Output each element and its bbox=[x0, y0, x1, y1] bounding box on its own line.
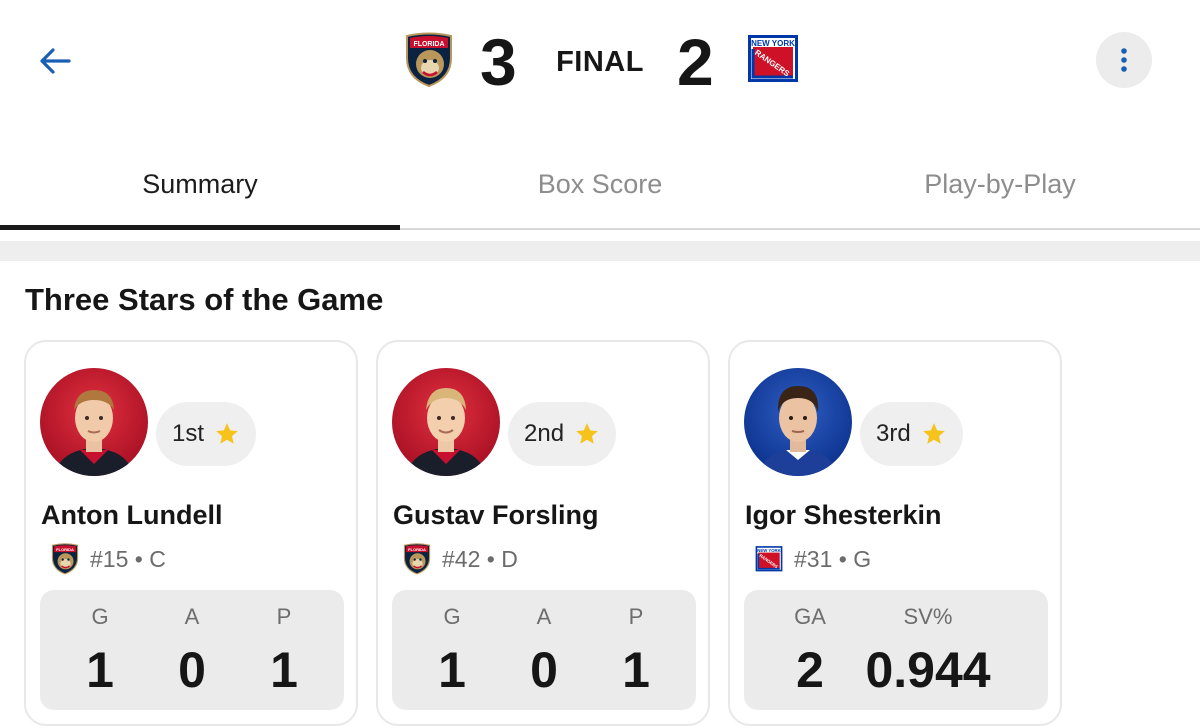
stat-label: G bbox=[443, 604, 461, 629]
stat-label: A bbox=[184, 604, 200, 629]
stat-assists: A 0 bbox=[152, 590, 232, 700]
stat-value: 1 bbox=[270, 642, 298, 698]
player-avatar bbox=[40, 368, 148, 476]
more-options-button[interactable] bbox=[1096, 32, 1152, 88]
section-title: Three Stars of the Game bbox=[25, 282, 384, 317]
star-rank-badge: 2nd bbox=[508, 402, 617, 466]
game-status: FINAL bbox=[556, 46, 644, 78]
stat-points: P 1 bbox=[596, 590, 676, 700]
rangers-logo-icon bbox=[745, 32, 801, 86]
stat-assists: A 0 bbox=[504, 590, 584, 700]
player-number-position: #15 • C bbox=[90, 545, 166, 572]
stat-value: 1 bbox=[438, 642, 466, 698]
player-number-position: #31 • G bbox=[794, 545, 872, 572]
player-meta: #15 • C bbox=[50, 542, 166, 576]
player-name: Gustav Forsling bbox=[393, 500, 599, 530]
rangers-logo-icon bbox=[754, 543, 784, 575]
player-name: Anton Lundell bbox=[41, 500, 223, 530]
stat-value: 0.944 bbox=[865, 642, 991, 698]
tab-play-by-play[interactable]: Play-by-Play bbox=[800, 142, 1200, 228]
rank-label: 2nd bbox=[524, 420, 565, 447]
player-avatar bbox=[744, 368, 852, 476]
player-number-position: #42 • D bbox=[442, 545, 518, 572]
section-divider bbox=[0, 241, 1200, 261]
star-rank-badge: 3rd bbox=[860, 402, 963, 466]
stat-save-percentage: SV% 0.944 bbox=[848, 590, 1008, 700]
panthers-logo-icon bbox=[403, 32, 455, 88]
stat-value: 1 bbox=[86, 642, 114, 698]
stat-label: P bbox=[276, 604, 292, 629]
stat-value: 0 bbox=[178, 642, 206, 698]
rank-label: 3rd bbox=[876, 420, 911, 447]
star-card-first[interactable]: 1st Anton Lundell #15 • C G 1 A 0 P 1 bbox=[24, 340, 358, 726]
tab-box-score[interactable]: Box Score bbox=[400, 142, 800, 228]
star-icon bbox=[576, 423, 598, 444]
away-score: 2 bbox=[677, 25, 714, 99]
stat-value: 1 bbox=[622, 642, 650, 698]
player-stats: GA 2 SV% 0.944 bbox=[744, 590, 1048, 710]
player-meta: #31 • G bbox=[754, 542, 871, 576]
stat-label: A bbox=[536, 604, 552, 629]
stat-goals: G 1 bbox=[412, 590, 492, 700]
scoreline: 3 FINAL 2 bbox=[0, 22, 1200, 102]
star-rank-badge: 1st bbox=[156, 402, 257, 466]
stat-label: GA bbox=[794, 604, 826, 629]
stat-points: P 1 bbox=[244, 590, 324, 700]
stat-label: G bbox=[91, 604, 109, 629]
stat-goals-against: GA 2 bbox=[770, 590, 850, 700]
rank-label: 1st bbox=[172, 420, 205, 447]
star-card-third[interactable]: 3rd Igor Shesterkin #31 • G GA 2 SV% 0.9… bbox=[728, 340, 1062, 726]
star-card-second[interactable]: 2nd Gustav Forsling #42 • D G 1 A 0 P 1 bbox=[376, 340, 710, 726]
game-header: 3 FINAL 2 bbox=[0, 0, 1200, 125]
panthers-logo-icon bbox=[402, 543, 432, 575]
player-name: Igor Shesterkin bbox=[745, 500, 942, 530]
home-score: 3 bbox=[480, 25, 517, 99]
stat-label: P bbox=[628, 604, 644, 629]
player-stats: G 1 A 0 P 1 bbox=[40, 590, 344, 710]
more-vertical-icon bbox=[1121, 48, 1127, 72]
stat-value: 2 bbox=[796, 642, 824, 698]
player-meta: #42 • D bbox=[402, 542, 518, 576]
tab-summary[interactable]: Summary bbox=[0, 142, 400, 230]
player-avatar bbox=[392, 368, 500, 476]
star-icon bbox=[922, 423, 945, 444]
player-stats: G 1 A 0 P 1 bbox=[392, 590, 696, 710]
stat-label: SV% bbox=[903, 604, 953, 629]
stat-value: 0 bbox=[530, 642, 558, 698]
star-icon bbox=[216, 423, 238, 444]
game-tabs: Summary Box Score Play-by-Play bbox=[0, 142, 1200, 230]
stat-goals: G 1 bbox=[60, 590, 140, 700]
panthers-logo-icon bbox=[50, 543, 80, 575]
